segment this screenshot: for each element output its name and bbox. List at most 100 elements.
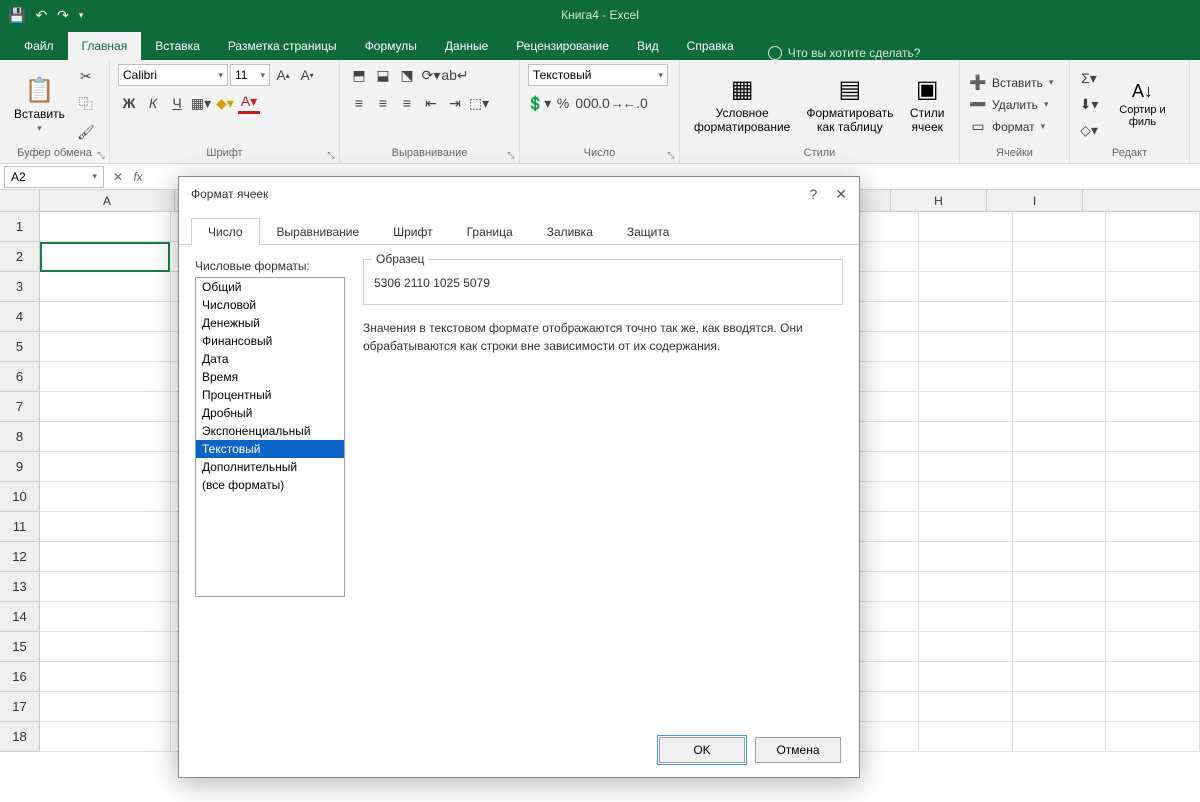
number-format-combo[interactable]: Текстовый▾ [528, 64, 668, 86]
format-item[interactable]: (все форматы) [196, 476, 344, 494]
align-bottom-icon[interactable]: ⬔ [396, 64, 418, 86]
cell[interactable] [40, 512, 171, 542]
cell[interactable] [1013, 572, 1107, 602]
cell[interactable] [1106, 242, 1200, 272]
row-header[interactable]: 5 [0, 332, 40, 362]
help-icon[interactable]: ? [809, 186, 817, 203]
name-box[interactable]: A2 ▾ [4, 166, 104, 188]
row-header[interactable]: 4 [0, 302, 40, 332]
format-item[interactable]: Общий [196, 278, 344, 296]
cell[interactable] [919, 212, 1013, 242]
row-header[interactable]: 18 [0, 722, 40, 752]
format-item[interactable]: Дополнительный [196, 458, 344, 476]
borders-icon[interactable]: ▦▾ [190, 92, 212, 114]
decrease-font-icon[interactable]: A▾ [296, 64, 318, 86]
cell[interactable] [1013, 482, 1107, 512]
tab-insert[interactable]: Вставка [141, 32, 214, 60]
row-header[interactable]: 6 [0, 362, 40, 392]
cell[interactable] [1106, 302, 1200, 332]
dialog-title-bar[interactable]: Формат ячеек ? ✕ [179, 177, 859, 211]
column-header[interactable]: A [40, 190, 175, 211]
cell[interactable] [1106, 542, 1200, 572]
conditional-formatting-button[interactable]: ▦ Условное форматирование [688, 64, 796, 145]
cell[interactable] [1013, 332, 1107, 362]
cell[interactable] [919, 722, 1013, 752]
row-header[interactable]: 8 [0, 422, 40, 452]
cell[interactable] [1106, 632, 1200, 662]
format-item[interactable]: Дата [196, 350, 344, 368]
column-header[interactable]: I [987, 190, 1083, 211]
insert-cells-button[interactable]: ➕Вставить▾ [968, 74, 1061, 92]
increase-decimal-icon[interactable]: .0→ [600, 92, 622, 114]
cell[interactable] [1013, 242, 1107, 272]
cell[interactable] [1106, 422, 1200, 452]
merge-icon[interactable]: ⬚▾ [468, 92, 490, 114]
cell[interactable] [1106, 572, 1200, 602]
qat-customize-icon[interactable]: ▾ [79, 10, 84, 21]
fill-color-icon[interactable]: ◆▾ [214, 92, 236, 114]
cell[interactable] [1013, 602, 1107, 632]
row-header[interactable]: 17 [0, 692, 40, 722]
cancel-formula-icon[interactable]: ✕ [108, 166, 128, 188]
row-header[interactable]: 13 [0, 572, 40, 602]
format-item[interactable]: Финансовый [196, 332, 344, 350]
row-header[interactable]: 15 [0, 632, 40, 662]
sort-filter-button[interactable]: A↓ Сортир и филь [1104, 64, 1181, 145]
cell[interactable] [1106, 512, 1200, 542]
font-size-combo[interactable]: 11▾ [230, 64, 270, 86]
tab-review[interactable]: Рецензирование [502, 32, 623, 60]
currency-icon[interactable]: 💲▾ [528, 92, 550, 114]
dialog-launcher-icon[interactable]: ⤡ [325, 149, 337, 161]
cell[interactable] [1013, 272, 1107, 302]
underline-button[interactable]: Ч [166, 92, 188, 114]
cell[interactable] [1106, 482, 1200, 512]
row-header[interactable]: 9 [0, 452, 40, 482]
format-item[interactable]: Денежный [196, 314, 344, 332]
cell[interactable] [919, 632, 1013, 662]
cell[interactable] [40, 392, 171, 422]
row-header[interactable]: 1 [0, 212, 40, 242]
format-as-table-button[interactable]: ▤ Форматировать как таблицу [800, 64, 899, 145]
cell[interactable] [40, 542, 171, 572]
cell[interactable] [40, 722, 171, 752]
undo-icon[interactable]: ↶ [35, 7, 47, 24]
cell[interactable] [919, 602, 1013, 632]
format-item[interactable]: Текстовый [196, 440, 344, 458]
row-header[interactable]: 2 [0, 242, 40, 272]
cell[interactable] [1106, 272, 1200, 302]
paste-button[interactable]: 📋 Вставить ▾ [8, 64, 71, 145]
format-item[interactable]: Дробный [196, 404, 344, 422]
row-header[interactable]: 7 [0, 392, 40, 422]
cell[interactable] [1013, 722, 1107, 752]
cell[interactable] [40, 482, 171, 512]
row-header[interactable]: 3 [0, 272, 40, 302]
cell[interactable] [1106, 332, 1200, 362]
format-item[interactable]: Процентный [196, 386, 344, 404]
cell[interactable] [1013, 422, 1107, 452]
dialog-launcher-icon[interactable]: ⤡ [95, 149, 107, 161]
cell[interactable] [1106, 212, 1200, 242]
cut-icon[interactable]: ✂ [75, 66, 97, 88]
cell[interactable] [1106, 452, 1200, 482]
cell[interactable] [919, 272, 1013, 302]
redo-icon[interactable]: ↷ [57, 7, 69, 24]
cell[interactable] [40, 302, 171, 332]
italic-button[interactable]: К [142, 92, 164, 114]
cell[interactable] [919, 362, 1013, 392]
cell[interactable] [1106, 722, 1200, 752]
cell[interactable] [1013, 452, 1107, 482]
close-icon[interactable]: ✕ [835, 186, 847, 203]
cancel-button[interactable]: Отмена [755, 737, 841, 763]
cell[interactable] [919, 662, 1013, 692]
cell[interactable] [919, 452, 1013, 482]
cell[interactable] [1013, 512, 1107, 542]
cell[interactable] [40, 572, 171, 602]
cell[interactable] [1013, 542, 1107, 572]
column-header[interactable]: H [891, 190, 987, 211]
cell[interactable] [40, 632, 171, 662]
cell[interactable] [919, 242, 1013, 272]
cell[interactable] [919, 392, 1013, 422]
cell[interactable] [1013, 662, 1107, 692]
cell[interactable] [40, 422, 171, 452]
copy-icon[interactable]: ⿻ [75, 93, 97, 115]
